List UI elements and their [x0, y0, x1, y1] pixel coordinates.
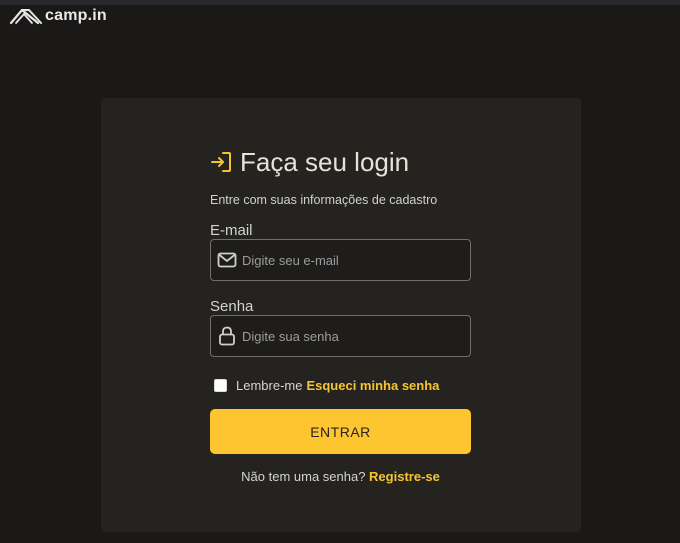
login-card: Faça seu login Entre com suas informaçõe… [101, 98, 581, 532]
password-field-box[interactable] [210, 315, 471, 357]
lock-icon [217, 326, 237, 346]
register-link[interactable]: Registre-se [369, 469, 440, 484]
subtitle: Entre com suas informações de cadastro [210, 193, 438, 207]
page-title: Faça seu login [240, 147, 410, 177]
remember-row: Lembre-me Esqueci minha senha [210, 376, 471, 394]
password-field[interactable] [242, 328, 462, 344]
logo[interactable]: camp.in [10, 5, 107, 27]
register-prompt: Não tem uma senha? [241, 469, 370, 484]
password-label: Senha [210, 298, 254, 315]
forgot-password-link[interactable]: Esqueci minha senha [306, 378, 439, 393]
sign-in-icon [210, 150, 234, 174]
remember-label: Lembre-me [236, 377, 303, 393]
email-field-box[interactable] [210, 239, 471, 281]
register-row: Não tem uma senha? Registre-se [210, 468, 471, 486]
login-form: Faça seu login Entre com suas informaçõe… [210, 145, 471, 486]
title-row: Faça seu login [210, 145, 471, 179]
email-field[interactable] [242, 252, 462, 268]
tent-icon [10, 7, 42, 25]
logo-text: camp.in [45, 7, 107, 24]
remember-checkbox[interactable] [214, 378, 227, 392]
login-button[interactable]: ENTRAR [210, 409, 471, 454]
mail-icon [217, 250, 237, 270]
email-label: E-mail [210, 222, 253, 239]
